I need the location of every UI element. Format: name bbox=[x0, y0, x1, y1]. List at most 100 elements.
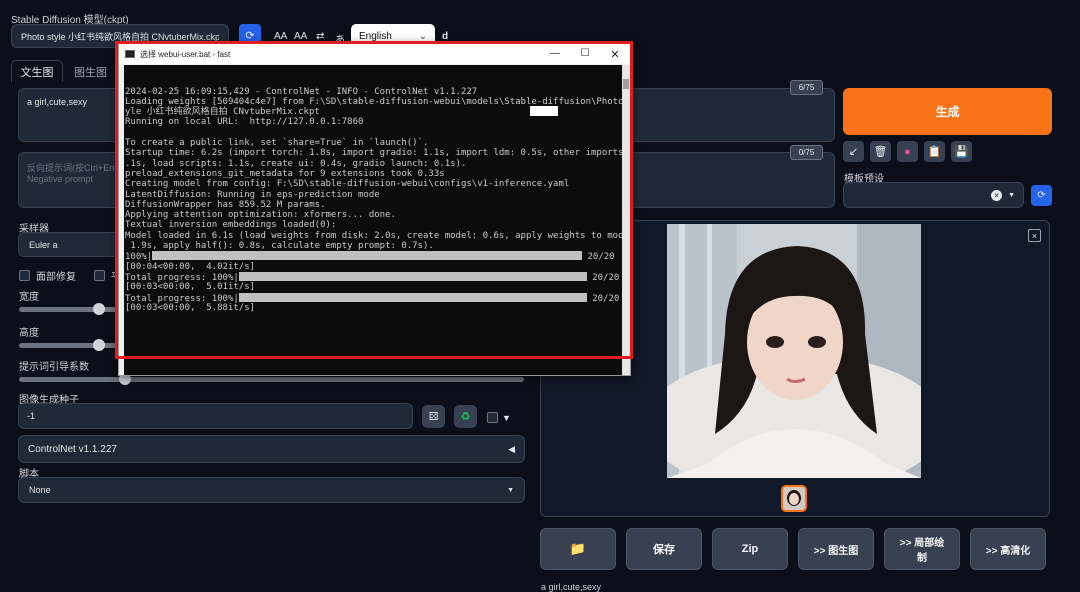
terminal-line: Textual inversion embeddings loaded(0): bbox=[125, 220, 337, 231]
open-folder-button[interactable]: 📁 bbox=[540, 528, 616, 570]
random-seed-button[interactable]: ⚄ bbox=[422, 405, 445, 428]
terminal-line: To create a public link, set `share=True… bbox=[125, 138, 429, 149]
progress-timing: [00:04<00:00, 4.02it/s] bbox=[125, 261, 256, 272]
image-caption: a girl,cute,sexy bbox=[541, 582, 602, 592]
styles-select[interactable]: × ▼ bbox=[843, 182, 1024, 208]
terminal-line: Applying attention optimization: xformer… bbox=[125, 210, 396, 221]
tab-img2img[interactable]: 图生图 bbox=[74, 64, 107, 80]
extra-seed-checkbox[interactable] bbox=[487, 412, 498, 423]
zip-button[interactable]: Zip bbox=[712, 528, 788, 570]
tiling-checkbox[interactable] bbox=[94, 270, 105, 281]
face-restore-label: 面部修复 bbox=[36, 272, 76, 283]
terminal-line: preload_extensions_git_metadata for 9 ex… bbox=[125, 168, 445, 179]
terminal-window[interactable]: 选择 webui-user.bat - fast — ☐ ✕ 2024-02-2… bbox=[118, 43, 631, 376]
seed-input[interactable]: -1 bbox=[18, 403, 413, 429]
send-to-inpaint-button[interactable]: >> 局部绘制 bbox=[884, 528, 960, 570]
terminal-line: 2024-02-25 16:09:15,429 - ControlNet - I… bbox=[125, 86, 478, 97]
seed-value: -1 bbox=[27, 411, 36, 421]
terminal-icon bbox=[125, 50, 135, 58]
progress-bar bbox=[152, 251, 583, 261]
script-value: None bbox=[29, 485, 51, 495]
clipboard-icon: 📋 bbox=[927, 146, 942, 158]
refresh-styles-button[interactable]: ⟳ bbox=[1031, 185, 1052, 206]
close-icon[interactable]: × bbox=[1028, 229, 1041, 242]
save-button[interactable]: 保存 bbox=[626, 528, 702, 570]
terminal-line: Startup time: 6.2s (import torch: 1.8s, … bbox=[125, 148, 622, 159]
apply-style-button[interactable]: 📋 bbox=[924, 141, 945, 162]
terminal-line: Running on local URL: http://127.0.0.1:7… bbox=[125, 117, 364, 128]
terminal-line: LatentDiffusion: Running in eps-predicti… bbox=[125, 189, 380, 200]
controlnet-label: ControlNet v1.1.227 bbox=[28, 443, 117, 455]
folder-icon: 📁 bbox=[569, 541, 587, 556]
prompt-token-count: 6/75 bbox=[790, 80, 823, 95]
progress-prefix: 100%| bbox=[125, 252, 153, 263]
font-size-control-2[interactable]: AA bbox=[294, 31, 307, 42]
progress-line: Total progress: 100%| 20/20 bbox=[125, 271, 621, 283]
cfg-label: 提示词引导系数 bbox=[19, 362, 89, 373]
height-slider[interactable] bbox=[19, 339, 119, 351]
generate-button[interactable]: 生成 bbox=[843, 88, 1052, 135]
refresh-icon: ⟳ bbox=[245, 29, 255, 42]
script-select[interactable]: None ▼ bbox=[18, 477, 525, 503]
close-icon[interactable]: ✕ bbox=[600, 48, 630, 61]
caret-left-icon: ◀ bbox=[508, 443, 515, 454]
chevron-down-icon: ▼ bbox=[1008, 191, 1015, 199]
terminal-line: .1s, load scripts: 1.1s, create ui: 0.4s… bbox=[125, 158, 467, 169]
progress-line: 100%| 20/20 bbox=[125, 251, 621, 263]
height-slider-thumb[interactable] bbox=[93, 339, 105, 351]
terminal-line: Creating model from config: F:\SD\stable… bbox=[125, 179, 570, 190]
prompt-value: a girl,cute,sexy bbox=[27, 97, 88, 107]
send-to-extras-button[interactable]: >> 高清化 bbox=[970, 528, 1046, 570]
terminal-line: Model loaded in 6.1s (load weights from … bbox=[125, 230, 622, 241]
sampler-select[interactable]: Euler a bbox=[18, 232, 128, 257]
dice-icon: ⚄ bbox=[428, 411, 439, 423]
height-label: 高度 bbox=[19, 328, 39, 339]
clear-prompt-button[interactable]: 🗑 bbox=[870, 141, 891, 162]
width-slider[interactable] bbox=[19, 303, 119, 315]
terminal-selection bbox=[530, 106, 558, 116]
terminal-line: 1.9s, apply half(): 0.8s, calculate empt… bbox=[125, 241, 434, 252]
width-label: 宽度 bbox=[19, 292, 39, 303]
progress-bar bbox=[238, 271, 587, 281]
width-slider-thumb[interactable] bbox=[93, 303, 105, 315]
progress-timing: [00:03<00:00, 5.01it/s] bbox=[125, 282, 256, 293]
extra-networks-button[interactable]: ● bbox=[897, 141, 918, 162]
language-value: English bbox=[359, 30, 392, 42]
font-size-control-1[interactable]: AA bbox=[274, 31, 287, 42]
face-restore-checkbox[interactable] bbox=[19, 270, 30, 281]
chevron-down-icon: ▼ bbox=[507, 486, 514, 494]
cfg-slider[interactable] bbox=[19, 373, 524, 385]
terminal-titlebar[interactable]: 选择 webui-user.bat - fast — ☐ ✕ bbox=[119, 44, 630, 64]
send-to-img2img-button[interactable]: >> 图生图 bbox=[798, 528, 874, 570]
progress-count: 20/20 bbox=[586, 293, 620, 304]
palette-icon: ● bbox=[904, 145, 911, 158]
progress-count: 20/20 bbox=[582, 252, 615, 263]
tab-txt2img[interactable]: 文生图 bbox=[11, 60, 63, 82]
chevron-down-icon: ⌄ bbox=[418, 30, 427, 42]
controlnet-accordion[interactable]: ControlNet v1.1.227 ◀ bbox=[18, 435, 525, 463]
image-thumbnail[interactable] bbox=[781, 485, 807, 512]
recycle-icon: ♻ bbox=[460, 411, 471, 423]
clear-icon[interactable]: × bbox=[991, 189, 1003, 201]
progress-timing: [00:03<00:00, 5.88it/s] bbox=[125, 302, 256, 313]
minimize-icon[interactable]: — bbox=[540, 48, 570, 61]
read-params-button[interactable]: ↙ bbox=[843, 141, 864, 162]
progress-bar bbox=[238, 292, 587, 302]
swap-icon[interactable]: ⇄ bbox=[316, 31, 324, 42]
caret-down-icon: ▼ bbox=[502, 412, 511, 423]
extra-label: d bbox=[442, 31, 449, 42]
floppy-icon: 💾 bbox=[954, 146, 969, 158]
refresh-icon: ⟳ bbox=[1037, 190, 1046, 201]
trash-icon: 🗑 bbox=[873, 146, 888, 158]
progress-line: Total progress: 100%| 20/20 bbox=[125, 292, 621, 304]
negative-token-count: 0/75 bbox=[790, 145, 823, 160]
maximize-icon[interactable]: ☐ bbox=[570, 48, 600, 61]
terminal-title: 选择 webui-user.bat - fast bbox=[140, 49, 231, 59]
save-style-button[interactable]: 💾 bbox=[951, 141, 972, 162]
reuse-seed-button[interactable]: ♻ bbox=[454, 405, 477, 428]
sampler-value: Euler a bbox=[29, 239, 58, 250]
generated-image[interactable] bbox=[667, 224, 921, 478]
terminal-line: DiffusionWrapper has 859.52 M params. bbox=[125, 199, 326, 210]
terminal-scrollbar[interactable] bbox=[622, 65, 630, 375]
